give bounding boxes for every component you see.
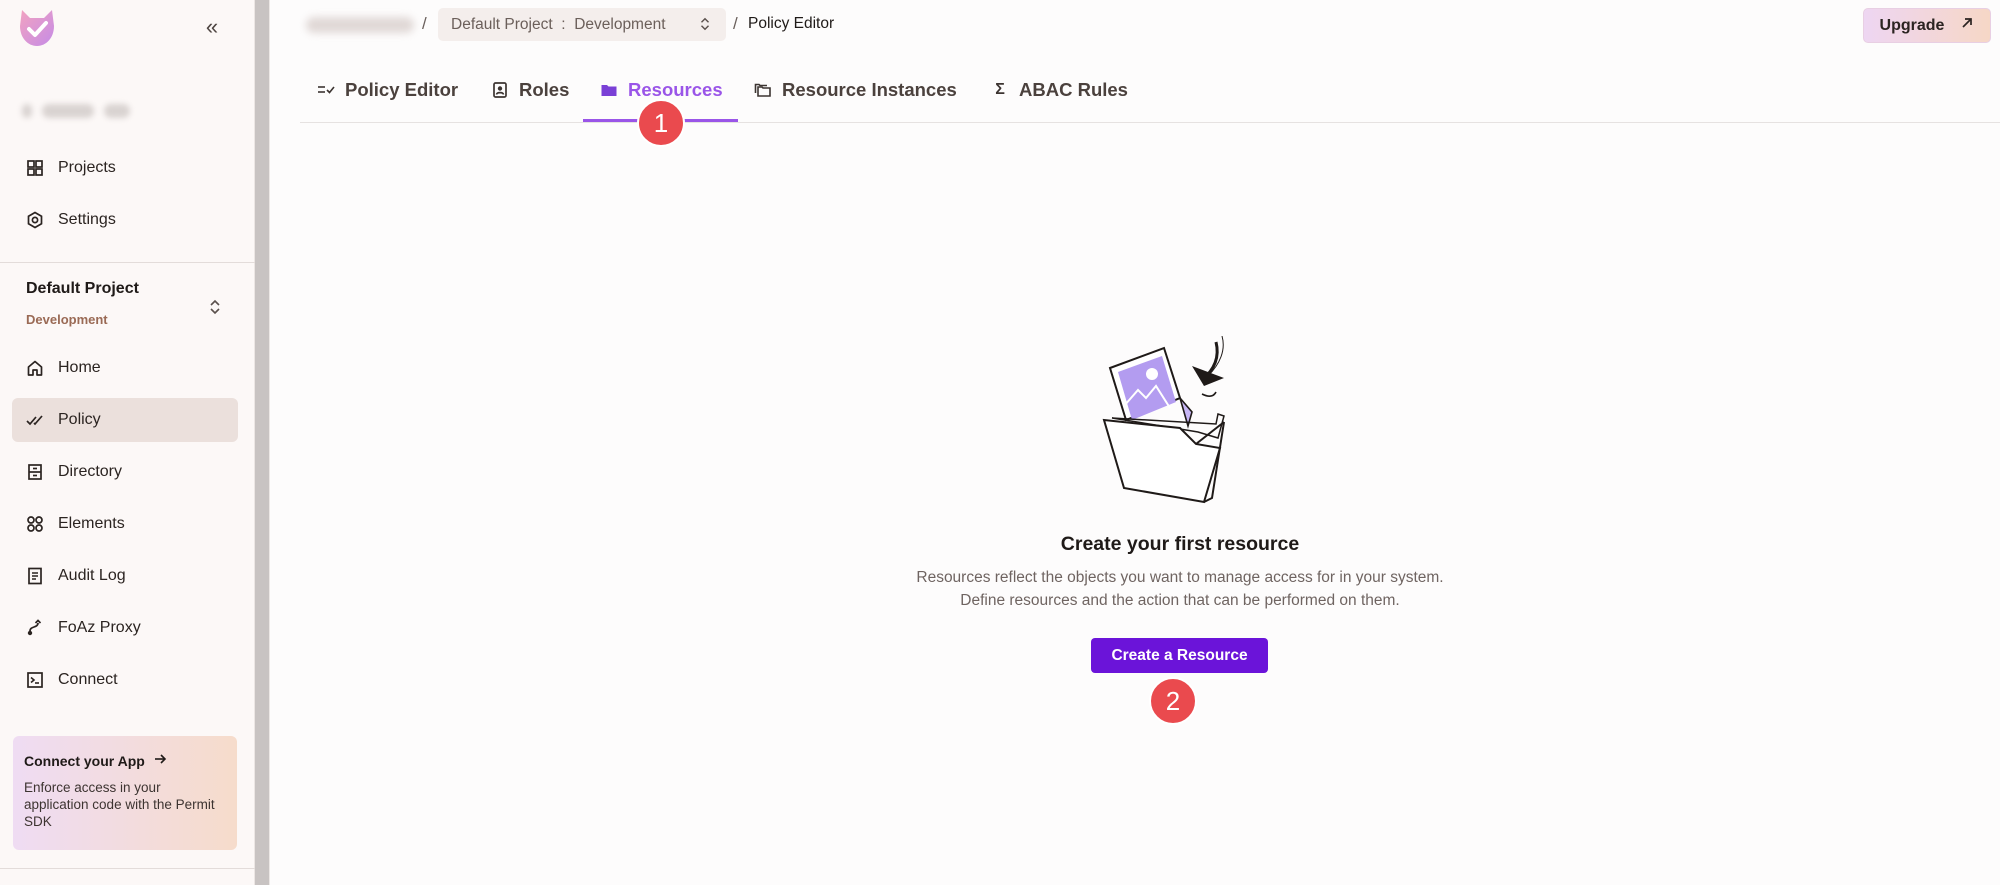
roles-icon bbox=[491, 81, 509, 99]
tab-label: Resource Instances bbox=[782, 79, 957, 100]
sidebar-item-foaz-proxy[interactable]: FoAz Proxy bbox=[12, 606, 238, 650]
chevron-up-down-icon bbox=[698, 16, 712, 37]
project-environment: Development bbox=[26, 312, 108, 327]
organization-switcher[interactable] bbox=[22, 96, 130, 126]
document-icon bbox=[26, 567, 44, 585]
sidebar-scrollbar[interactable] bbox=[255, 0, 269, 885]
sidebar-item-label: Elements bbox=[58, 515, 125, 532]
sidebar-item-label: Directory bbox=[58, 463, 123, 480]
double-chevron-left-icon: « bbox=[205, 14, 219, 39]
sidebar-item-policy[interactable]: Policy bbox=[12, 398, 238, 442]
elements-icon bbox=[26, 515, 44, 533]
breadcrumb-project-label: Default Project : Development bbox=[451, 15, 666, 33]
sidebar-item-settings[interactable]: Settings bbox=[12, 198, 238, 242]
sidebar-item-label: Audit Log bbox=[58, 567, 126, 584]
tab-label: Policy Editor bbox=[345, 79, 459, 100]
breadcrumb-project-switcher[interactable]: Default Project : Development bbox=[438, 8, 726, 41]
sidebar-item-elements[interactable]: Elements bbox=[12, 502, 238, 546]
home-icon bbox=[26, 359, 44, 377]
breadcrumb-separator: / bbox=[733, 14, 738, 33]
org-tag-redacted bbox=[104, 104, 130, 118]
arrow-right-icon bbox=[153, 752, 167, 769]
sidebar-item-connect[interactable]: Connect bbox=[12, 658, 238, 702]
tab-resource-instances[interactable]: Resource Instances bbox=[754, 62, 957, 118]
chevron-up-down-icon[interactable] bbox=[207, 298, 223, 316]
connect-card-title-text: Connect your App bbox=[24, 752, 145, 769]
policy-editor-icon bbox=[317, 81, 335, 99]
sidebar-item-label: Connect bbox=[58, 671, 118, 688]
sidebar-project-nav: Home Policy Directory Elements Audit Log bbox=[12, 346, 238, 710]
sidebar-divider bbox=[0, 262, 255, 263]
sidebar: « Projects Settings Default Project Deve… bbox=[0, 0, 255, 885]
double-check-icon bbox=[26, 411, 44, 429]
sigma-icon: Σ bbox=[995, 81, 1005, 98]
content-edge bbox=[269, 0, 270, 885]
app-logo-icon[interactable] bbox=[16, 6, 58, 50]
breadcrumb-separator: / bbox=[422, 14, 427, 33]
sidebar-item-audit-log[interactable]: Audit Log bbox=[12, 554, 238, 598]
tab-abac-rules[interactable]: Σ ABAC Rules bbox=[991, 62, 1128, 118]
empty-state-title: Create your first resource bbox=[1060, 533, 1300, 555]
sidebar-item-label: Policy bbox=[58, 411, 101, 428]
sidebar-item-home[interactable]: Home bbox=[12, 346, 238, 390]
directory-icon bbox=[26, 463, 44, 481]
sidebar-item-label: FoAz Proxy bbox=[58, 619, 141, 636]
org-avatar bbox=[22, 104, 32, 118]
tab-roles[interactable]: Roles bbox=[491, 62, 569, 118]
breadcrumb-current-page: Policy Editor bbox=[748, 15, 835, 32]
sidebar-item-label: Projects bbox=[58, 159, 116, 176]
sidebar-item-projects[interactable]: Projects bbox=[12, 146, 238, 190]
sidebar-bottom-divider bbox=[0, 868, 255, 869]
step-annotation-badge: 1 bbox=[637, 99, 685, 147]
folder-icon bbox=[600, 81, 618, 99]
sidebar-item-label: Home bbox=[58, 359, 101, 376]
org-name-redacted bbox=[42, 104, 94, 118]
terminal-icon bbox=[26, 671, 44, 689]
empty-state-description: Resources reflect the objects you want t… bbox=[916, 569, 1444, 609]
connect-card-title: Connect your App bbox=[24, 752, 226, 769]
step-annotation-badge: 2 bbox=[1149, 677, 1197, 725]
sidebar-item-directory[interactable]: Directory bbox=[12, 450, 238, 494]
tab-policy-editor[interactable]: Policy Editor bbox=[317, 62, 458, 118]
instances-icon bbox=[754, 81, 772, 99]
proxy-icon bbox=[26, 619, 44, 637]
sidebar-item-label: Settings bbox=[58, 211, 116, 228]
project-name: Default Project bbox=[26, 280, 139, 297]
connect-card-description: Enforce access in your application code … bbox=[24, 780, 215, 829]
connect-app-card[interactable]: Connect your App Enforce access in your … bbox=[13, 736, 237, 850]
project-switcher[interactable]: Default Project Development bbox=[26, 280, 226, 327]
arrow-up-right-icon bbox=[1960, 16, 1974, 35]
sidebar-top-nav: Projects Settings bbox=[12, 146, 238, 250]
tab-label: Roles bbox=[519, 79, 570, 100]
tab-label: ABAC Rules bbox=[1019, 79, 1128, 100]
gear-icon bbox=[26, 211, 44, 229]
empty-folder-illustration bbox=[1100, 335, 1260, 506]
breadcrumb-org-redacted[interactable] bbox=[306, 17, 414, 33]
tabs-border bbox=[300, 122, 2000, 123]
collapse-sidebar-button[interactable]: « bbox=[199, 14, 225, 40]
tab-label: Resources bbox=[628, 79, 723, 100]
create-resource-button[interactable]: Create a Resource bbox=[1091, 638, 1268, 673]
upgrade-button[interactable]: Upgrade bbox=[1863, 8, 1991, 43]
grid-icon bbox=[26, 159, 44, 177]
upgrade-label: Upgrade bbox=[1879, 16, 1945, 34]
